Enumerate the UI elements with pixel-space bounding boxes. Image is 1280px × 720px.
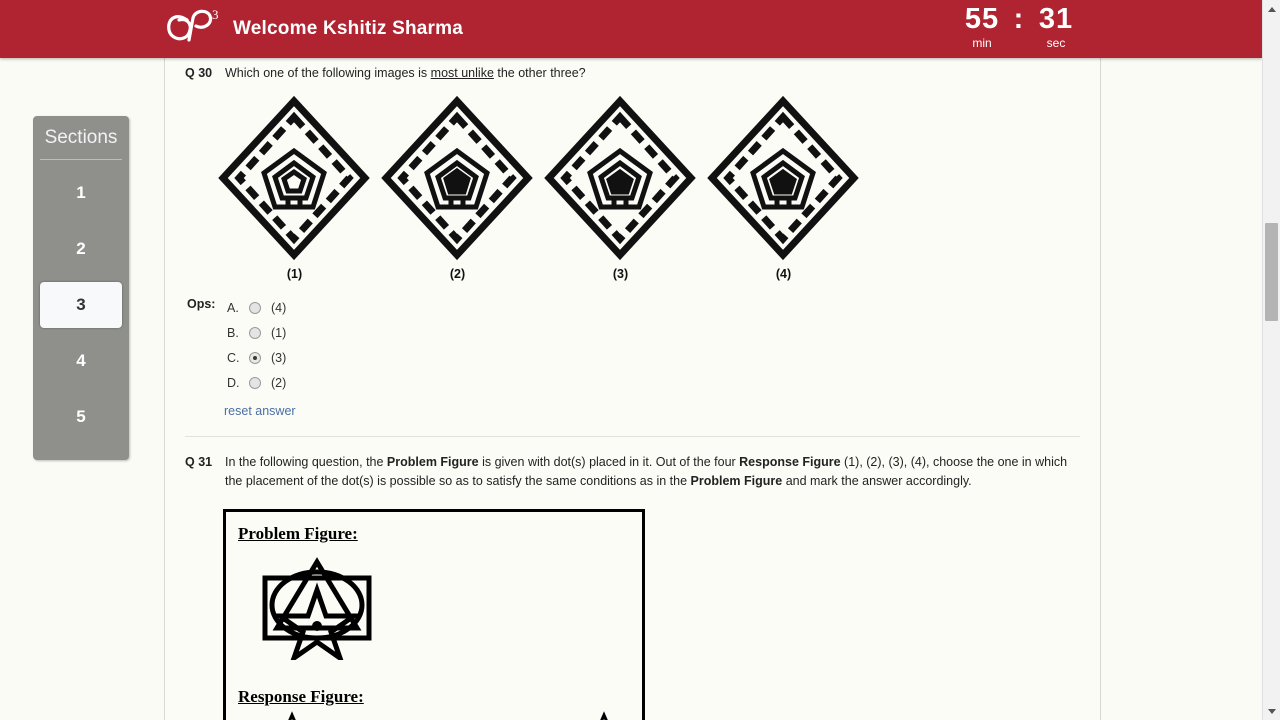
scroll-up-arrow-icon[interactable] bbox=[1263, 0, 1280, 18]
timer-label-gap bbox=[1008, 36, 1030, 50]
countdown-timer: 55 : 31 min sec bbox=[944, 3, 1094, 50]
app-header: 3 Welcome Kshitiz Sharma 55 : 31 min sec bbox=[0, 0, 1262, 58]
option-b-radio[interactable] bbox=[249, 326, 261, 339]
scrollbar-track[interactable] bbox=[1263, 18, 1280, 702]
option-row-d[interactable]: D. (2) bbox=[227, 370, 286, 395]
timer-minutes-label: min bbox=[972, 36, 992, 50]
diamond-pentagon-figure-2 bbox=[381, 95, 533, 261]
figure-4-caption: (4) bbox=[775, 267, 792, 281]
option-a-radio[interactable] bbox=[249, 301, 261, 314]
q31-text-b: is given with dot(s) placed in it. Out o… bbox=[478, 455, 740, 469]
timer-minutes: 55 bbox=[964, 3, 1000, 35]
sidebar-item-5[interactable]: 5 bbox=[40, 394, 122, 440]
figure-3-caption: (3) bbox=[612, 267, 629, 281]
option-c-radio[interactable] bbox=[249, 351, 261, 364]
option-d-letter: D. bbox=[227, 375, 240, 390]
q31-text-a: In the following question, the bbox=[225, 455, 387, 469]
question-30-number: Q 30 bbox=[185, 66, 213, 80]
option-a-letter: A. bbox=[227, 300, 239, 315]
sidebar-item-3[interactable]: 3 bbox=[40, 282, 122, 328]
brand: 3 Welcome Kshitiz Sharma bbox=[165, 0, 463, 58]
q31-text-d: and mark the answer accordingly. bbox=[782, 474, 972, 488]
response-figure-heading: Response Figure: bbox=[238, 687, 364, 706]
figure-option-2[interactable]: (2) bbox=[376, 93, 539, 281]
option-c-letter: C. bbox=[227, 350, 240, 365]
question-panel: Q 30 Which one of the following images i… bbox=[164, 58, 1101, 720]
figure-1-caption: (1) bbox=[286, 267, 303, 281]
timer-separator: : bbox=[1013, 3, 1025, 35]
browser-scrollbar[interactable] bbox=[1262, 0, 1280, 720]
question-30-figures: (1) (2) (3) (4) bbox=[185, 83, 1080, 281]
question-30-text: Which one of the following images is mos… bbox=[225, 64, 586, 83]
problem-figure-box: Problem Figure: Response Figure: bbox=[223, 509, 645, 720]
q31-term-problem-figure-1: Problem Figure bbox=[386, 455, 479, 469]
figure-option-3[interactable]: (3) bbox=[539, 93, 702, 281]
figure-option-1[interactable]: (1) bbox=[213, 93, 376, 281]
option-row-c[interactable]: C. (3) bbox=[227, 345, 286, 370]
option-b-value: (1) bbox=[271, 325, 287, 340]
q31-term-response-figure: Response Figure bbox=[739, 455, 841, 469]
question-31: Q 31 In the following question, the Prob… bbox=[165, 437, 1100, 720]
option-d-value: (2) bbox=[271, 375, 287, 390]
sidebar-item-1[interactable]: 1 bbox=[40, 170, 122, 216]
diamond-pentagon-figure-3 bbox=[544, 95, 696, 261]
reset-answer-link[interactable]: reset answer bbox=[224, 404, 1080, 418]
scrollbar-thumb[interactable] bbox=[1265, 223, 1278, 321]
option-d-radio[interactable] bbox=[249, 376, 261, 389]
scroll-down-arrow-icon[interactable] bbox=[1263, 702, 1280, 720]
option-row-b[interactable]: B. (1) bbox=[227, 320, 286, 345]
question-31-number: Q 31 bbox=[185, 455, 213, 469]
sidebar-item-2[interactable]: 2 bbox=[40, 226, 122, 272]
q30-text-a: Which one of the following images is bbox=[225, 66, 431, 80]
option-b-letter: B. bbox=[227, 325, 239, 340]
exam-page: 3 Welcome Kshitiz Sharma 55 : 31 min sec… bbox=[0, 0, 1280, 720]
option-a-value: (4) bbox=[271, 300, 287, 315]
cp3-logo-icon: 3 bbox=[165, 6, 227, 52]
question-31-text: In the following question, the Problem F… bbox=[225, 453, 1070, 491]
question-30-statement: Q 30 Which one of the following images i… bbox=[185, 58, 1080, 83]
question-30: Q 30 Which one of the following images i… bbox=[165, 58, 1100, 437]
question-30-options: Ops: A. (4) B. (1) C. (3) D. (2) bbox=[185, 281, 1080, 395]
timer-seconds-label: sec bbox=[1046, 36, 1066, 50]
sidebar-item-4[interactable]: 4 bbox=[40, 338, 122, 384]
option-c-value: (3) bbox=[271, 350, 287, 365]
diamond-pentagon-figure-1 bbox=[218, 95, 370, 261]
figure-option-4[interactable]: (4) bbox=[702, 93, 865, 281]
problem-figure-artwork bbox=[260, 550, 642, 665]
response-figure-stubs bbox=[238, 711, 642, 720]
welcome-message: Welcome Kshitiz Sharma bbox=[233, 18, 464, 39]
problem-figure-dot bbox=[312, 621, 322, 631]
ops-label: Ops: bbox=[187, 297, 216, 311]
figure-2-caption: (2) bbox=[449, 267, 466, 281]
q30-text-underlined: most unlike bbox=[430, 66, 494, 80]
sections-panel: Sections 1 2 3 4 5 bbox=[33, 116, 129, 460]
question-31-statement: Q 31 In the following question, the Prob… bbox=[185, 447, 1080, 491]
problem-figure-heading: Problem Figure: bbox=[238, 524, 358, 543]
option-row-a[interactable]: A. (4) bbox=[227, 295, 286, 320]
q31-term-problem-figure-2: Problem Figure bbox=[690, 474, 783, 488]
sections-title: Sections bbox=[40, 116, 122, 160]
svg-text:3: 3 bbox=[212, 7, 219, 22]
q30-text-b: the other three? bbox=[493, 66, 586, 80]
diamond-pentagon-figure-4 bbox=[707, 95, 859, 261]
timer-seconds: 31 bbox=[1038, 3, 1074, 35]
right-gutter bbox=[1101, 58, 1262, 720]
